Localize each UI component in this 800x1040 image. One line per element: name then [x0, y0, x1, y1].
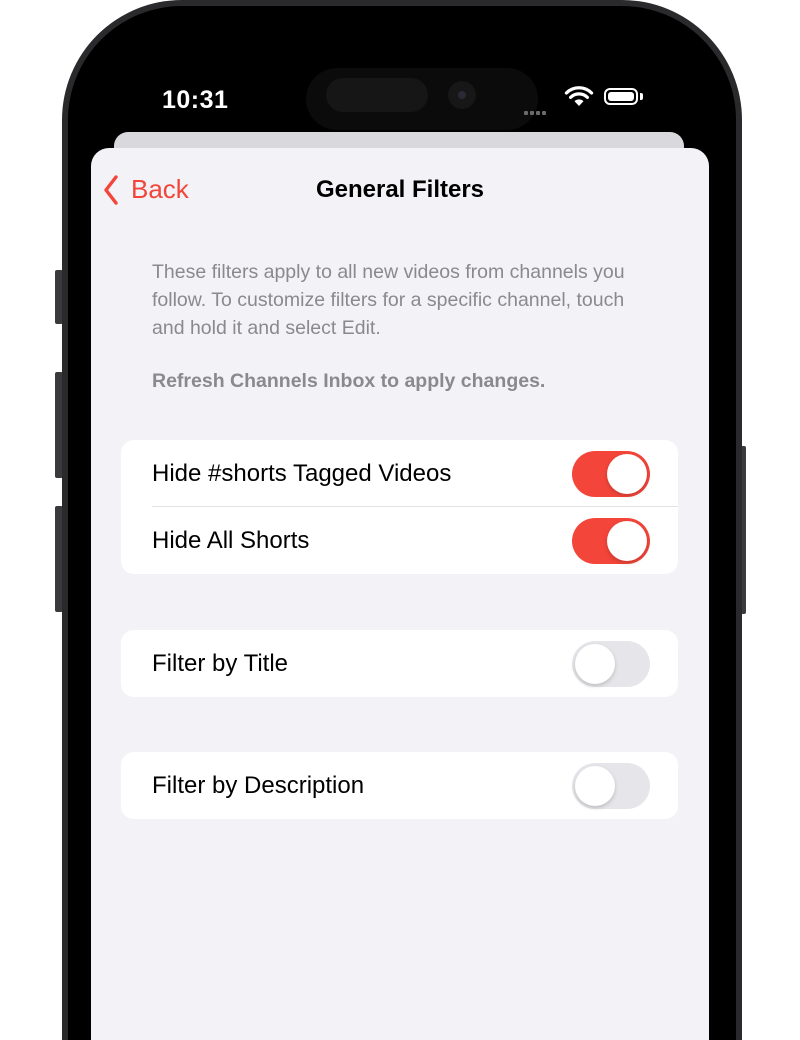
- hide-all-shorts-row: Hide All Shorts: [121, 507, 678, 574]
- shorts-filters-group: Hide #shorts Tagged Videos Hide All Shor…: [121, 440, 678, 574]
- phone-frame: 10:31 Back General Filters These filters…: [62, 0, 742, 1040]
- wifi-icon: [564, 86, 594, 113]
- filter-by-title-toggle[interactable]: [572, 641, 650, 687]
- row-label: Hide All Shorts: [152, 527, 310, 554]
- row-label: Hide #shorts Tagged Videos: [152, 460, 452, 487]
- filter-by-title-row: Filter by Title: [121, 630, 678, 697]
- filters-sheet: Back General Filters These filters apply…: [91, 148, 709, 1040]
- filters-description: These filters apply to all new videos fr…: [152, 261, 625, 339]
- status-time: 10:31: [162, 86, 229, 114]
- phone-bezel: 10:31 Back General Filters These filters…: [68, 6, 736, 1040]
- description-filter-group: Filter by Description: [121, 752, 678, 819]
- cellular-signal-icon: [524, 102, 548, 120]
- hide-shorts-tagged-toggle[interactable]: [572, 451, 650, 497]
- filter-by-description-toggle[interactable]: [572, 763, 650, 809]
- row-label: Filter by Description: [152, 772, 365, 799]
- camera-icon: [448, 81, 476, 109]
- battery-icon: [604, 88, 638, 105]
- hide-shorts-tagged-row: Hide #shorts Tagged Videos: [121, 440, 678, 507]
- filter-by-description-row: Filter by Description: [121, 752, 678, 819]
- refresh-note: Refresh Channels Inbox to apply changes.: [152, 370, 546, 392]
- title-filter-group: Filter by Title: [121, 630, 678, 697]
- dynamic-island: [306, 68, 538, 130]
- screen: 10:31 Back General Filters These filters…: [80, 18, 724, 1040]
- row-label: Filter by Title: [152, 650, 289, 677]
- hide-all-shorts-toggle[interactable]: [572, 518, 650, 564]
- page-title: General Filters: [315, 176, 485, 203]
